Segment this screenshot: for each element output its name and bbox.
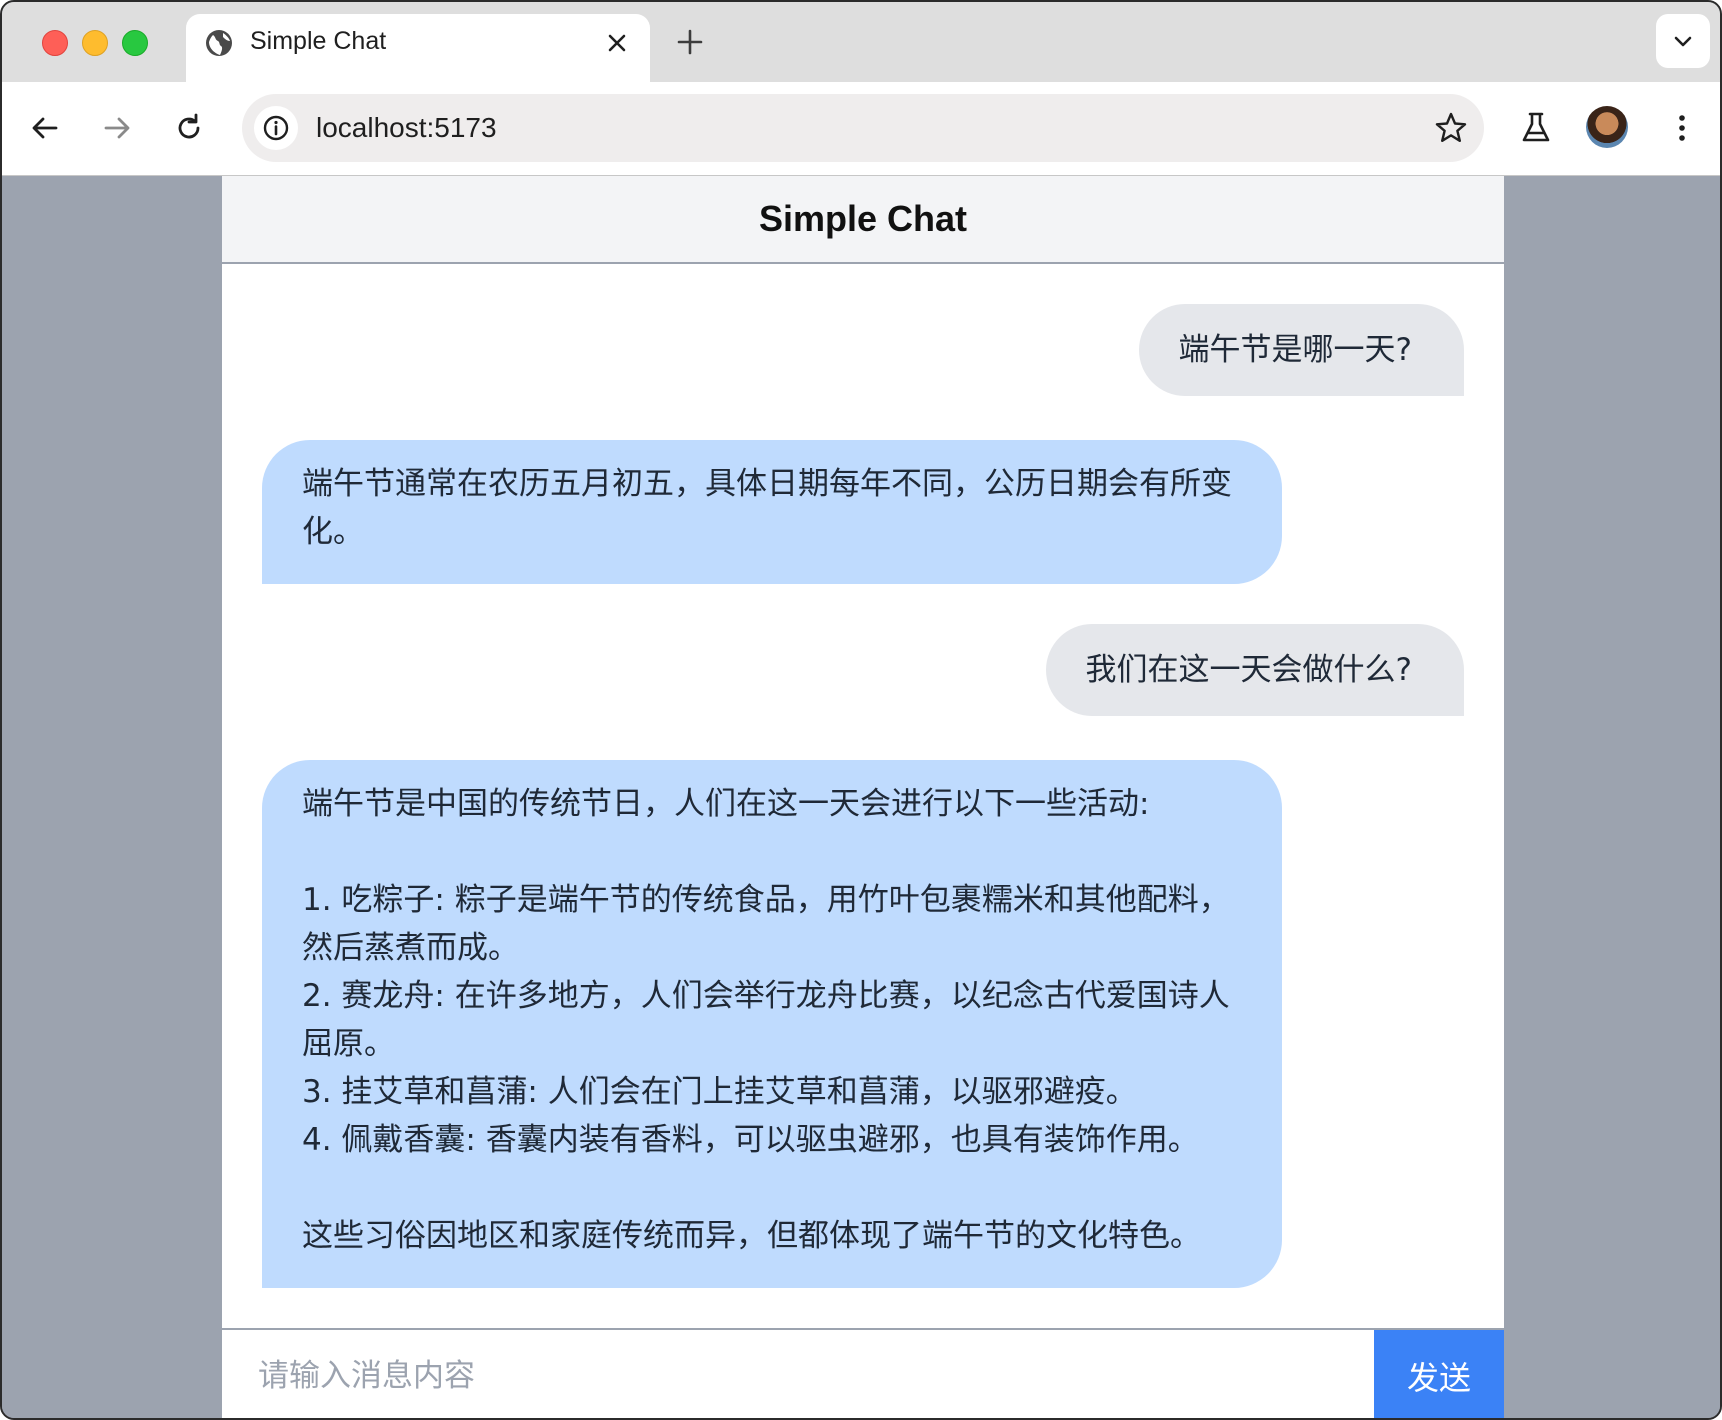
close-icon[interactable]	[602, 28, 632, 58]
assistant-message: 端午节通常在农历五月初五，具体日期每年不同，公历日期会有所变化。	[262, 440, 1282, 584]
plus-icon[interactable]	[674, 26, 706, 58]
minimize-window-button[interactable]	[82, 30, 108, 56]
user-message: 端午节是哪一天?	[1138, 304, 1464, 396]
flask-icon[interactable]	[1518, 110, 1554, 146]
page-viewport: Simple Chat 端午节是哪一天? 端午节通常在农历五月初五，具体日期每年…	[2, 176, 1720, 1418]
chat-header: Simple Chat	[222, 176, 1504, 264]
avatar[interactable]	[1586, 106, 1628, 148]
assistant-message: 端午节是中国的传统节日，人们在这一天会进行以下一些活动: 1. 吃粽子: 粽子是…	[262, 760, 1282, 1288]
info-icon	[263, 115, 289, 141]
tab-search-button[interactable]	[1656, 14, 1710, 68]
site-info-button[interactable]	[254, 106, 298, 150]
tab-strip: Simple Chat	[2, 2, 1720, 82]
reload-icon[interactable]	[172, 111, 206, 145]
tab-simple-chat[interactable]: Simple Chat	[186, 14, 650, 82]
forward-arrow-icon[interactable]	[100, 111, 134, 145]
page-title: Simple Chat	[758, 198, 968, 239]
message-input[interactable]	[222, 1330, 1374, 1418]
send-button[interactable]: 发送	[1374, 1330, 1504, 1418]
back-arrow-icon[interactable]	[28, 111, 62, 145]
chevron-down-icon	[1674, 36, 1692, 47]
zoom-window-button[interactable]	[122, 30, 148, 56]
user-message: 我们在这一天会做什么?	[1045, 624, 1464, 716]
close-window-button[interactable]	[42, 30, 68, 56]
message-composer: 发送	[222, 1328, 1504, 1418]
kebab-menu-icon[interactable]	[1664, 110, 1700, 146]
globe-icon	[206, 30, 232, 56]
star-icon[interactable]	[1432, 109, 1470, 147]
address-bar[interactable]: localhost:5173	[242, 94, 1484, 162]
browser-window: Simple Chat localhost:5173 Simple Chat 端…	[0, 0, 1722, 1420]
tab-title: Simple Chat	[250, 27, 387, 55]
url-text: localhost:5173	[316, 112, 497, 143]
chat-container: Simple Chat 端午节是哪一天? 端午节通常在农历五月初五，具体日期每年…	[222, 176, 1504, 1418]
browser-toolbar: localhost:5173	[2, 82, 1720, 176]
